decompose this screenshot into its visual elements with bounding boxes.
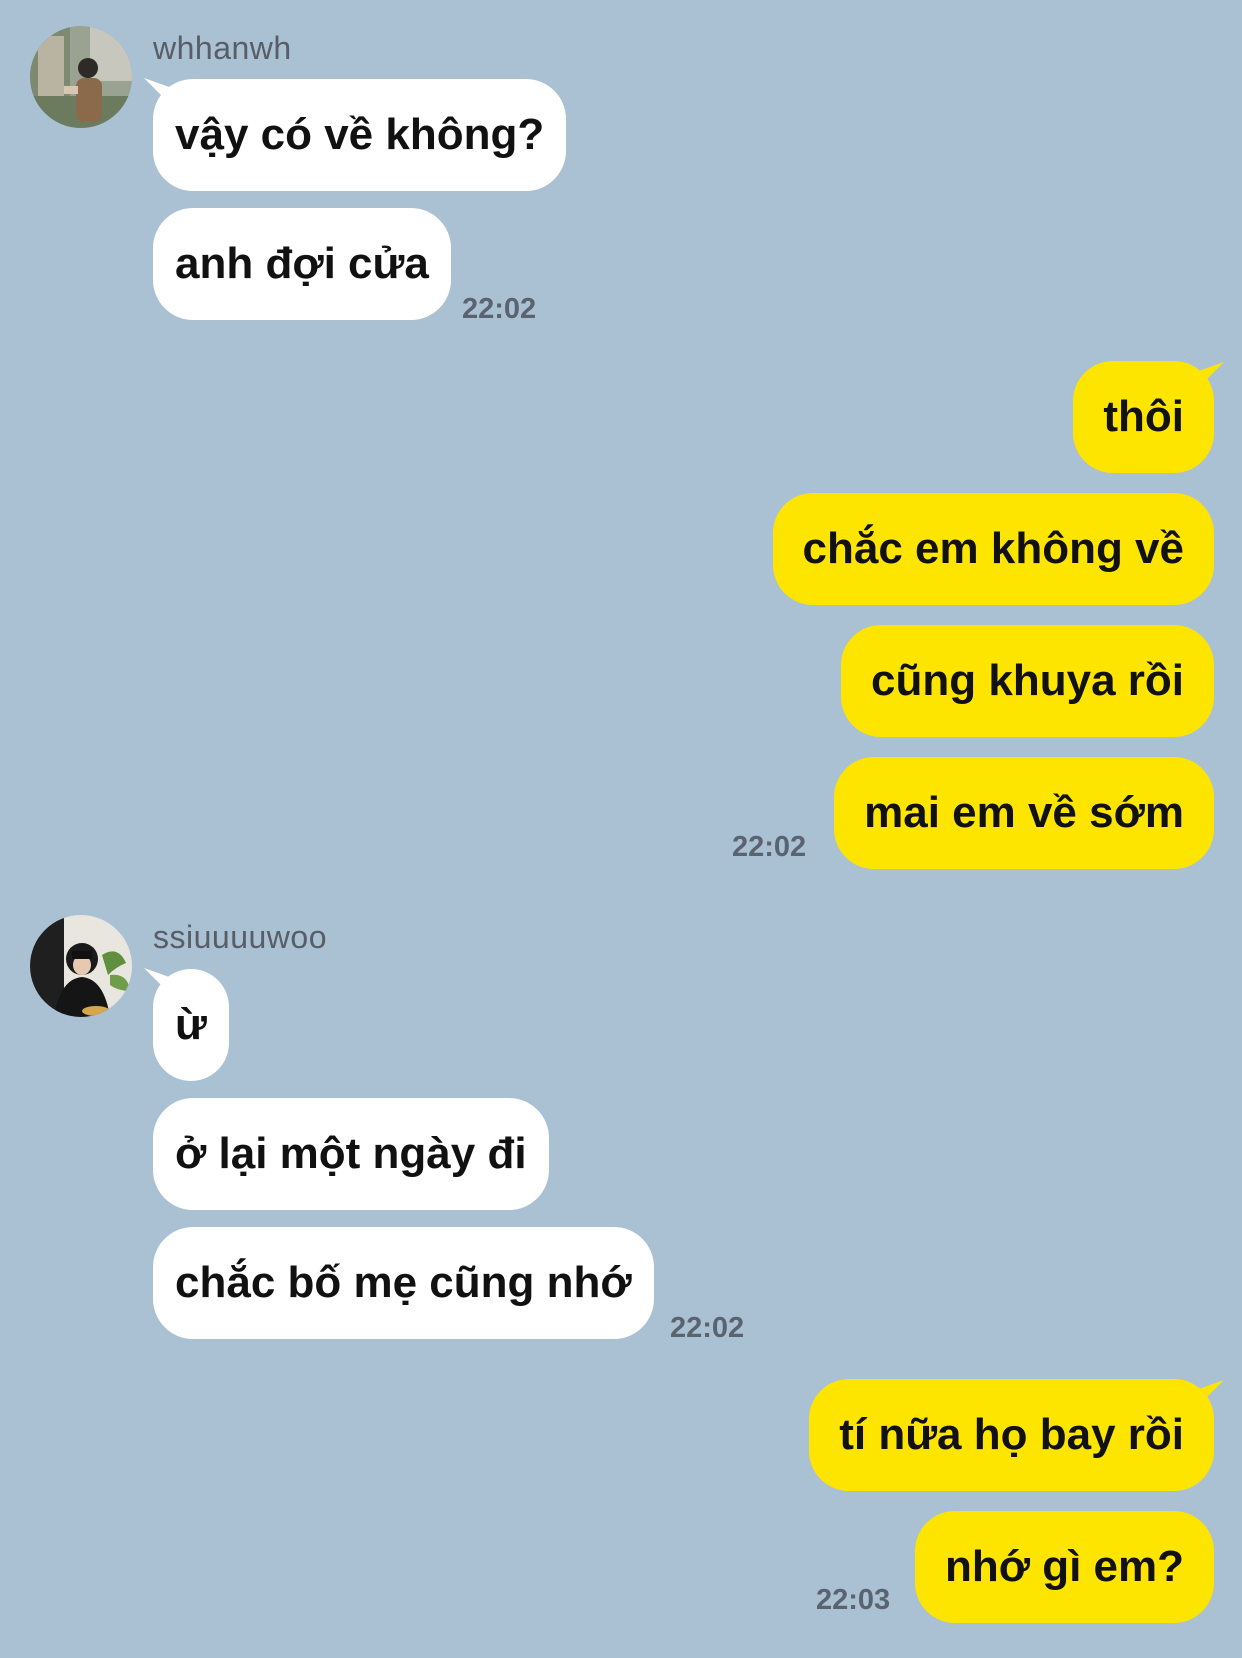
message-bubble[interactable]: vậy có về không? <box>153 79 567 191</box>
sender-name: ssiuuuuwoo <box>153 919 327 955</box>
message-bubble[interactable]: anh đợi cửa <box>153 208 451 320</box>
sender-name: whhanwh <box>153 30 292 66</box>
message-timestamp: 22:03 <box>816 1584 891 1616</box>
message-text: nhớ gì em? <box>944 1542 1184 1591</box>
profile-photo-man-street-icon <box>30 26 132 128</box>
message-timestamp: 22:02 <box>462 293 537 325</box>
message-bubble[interactable]: nhớ gì em? <box>914 1511 1214 1623</box>
message-text: ở lại một ngày đi <box>175 1129 527 1178</box>
message-bubble[interactable]: thôi <box>1073 361 1214 473</box>
message-text: chắc em không về <box>802 524 1184 573</box>
message-text: anh đợi cửa <box>175 239 429 288</box>
message-bubble[interactable]: chắc em không về <box>772 493 1214 605</box>
avatar[interactable] <box>30 26 132 128</box>
message-text: mai em về sớm <box>864 788 1184 837</box>
message-bubble[interactable]: ở lại một ngày đi <box>153 1098 549 1210</box>
message-text: thôi <box>1103 392 1184 441</box>
message-bubble[interactable]: cũng khuya rồi <box>841 625 1214 737</box>
avatar[interactable] <box>30 915 132 1017</box>
chat-thread[interactable]: whhanwh vậy có về không? anh đợi cửa 22:… <box>0 0 1242 1658</box>
message-bubble[interactable]: mai em về sớm <box>834 757 1214 869</box>
message-bubble[interactable]: chắc bố mẹ cũng nhớ <box>153 1227 654 1339</box>
message-timestamp: 22:02 <box>732 831 807 863</box>
message-bubble[interactable]: ừ <box>153 969 229 1081</box>
profile-photo-woman-hood-icon <box>30 915 132 1017</box>
message-text: vậy có về không? <box>175 110 545 159</box>
message-text: ừ <box>175 1000 207 1049</box>
message-timestamp: 22:02 <box>670 1312 745 1344</box>
message-bubble[interactable]: tí nữa họ bay rồi <box>809 1379 1214 1491</box>
message-text: cũng khuya rồi <box>871 656 1184 705</box>
message-text: chắc bố mẹ cũng nhớ <box>175 1258 632 1307</box>
message-text: tí nữa họ bay rồi <box>839 1410 1184 1459</box>
